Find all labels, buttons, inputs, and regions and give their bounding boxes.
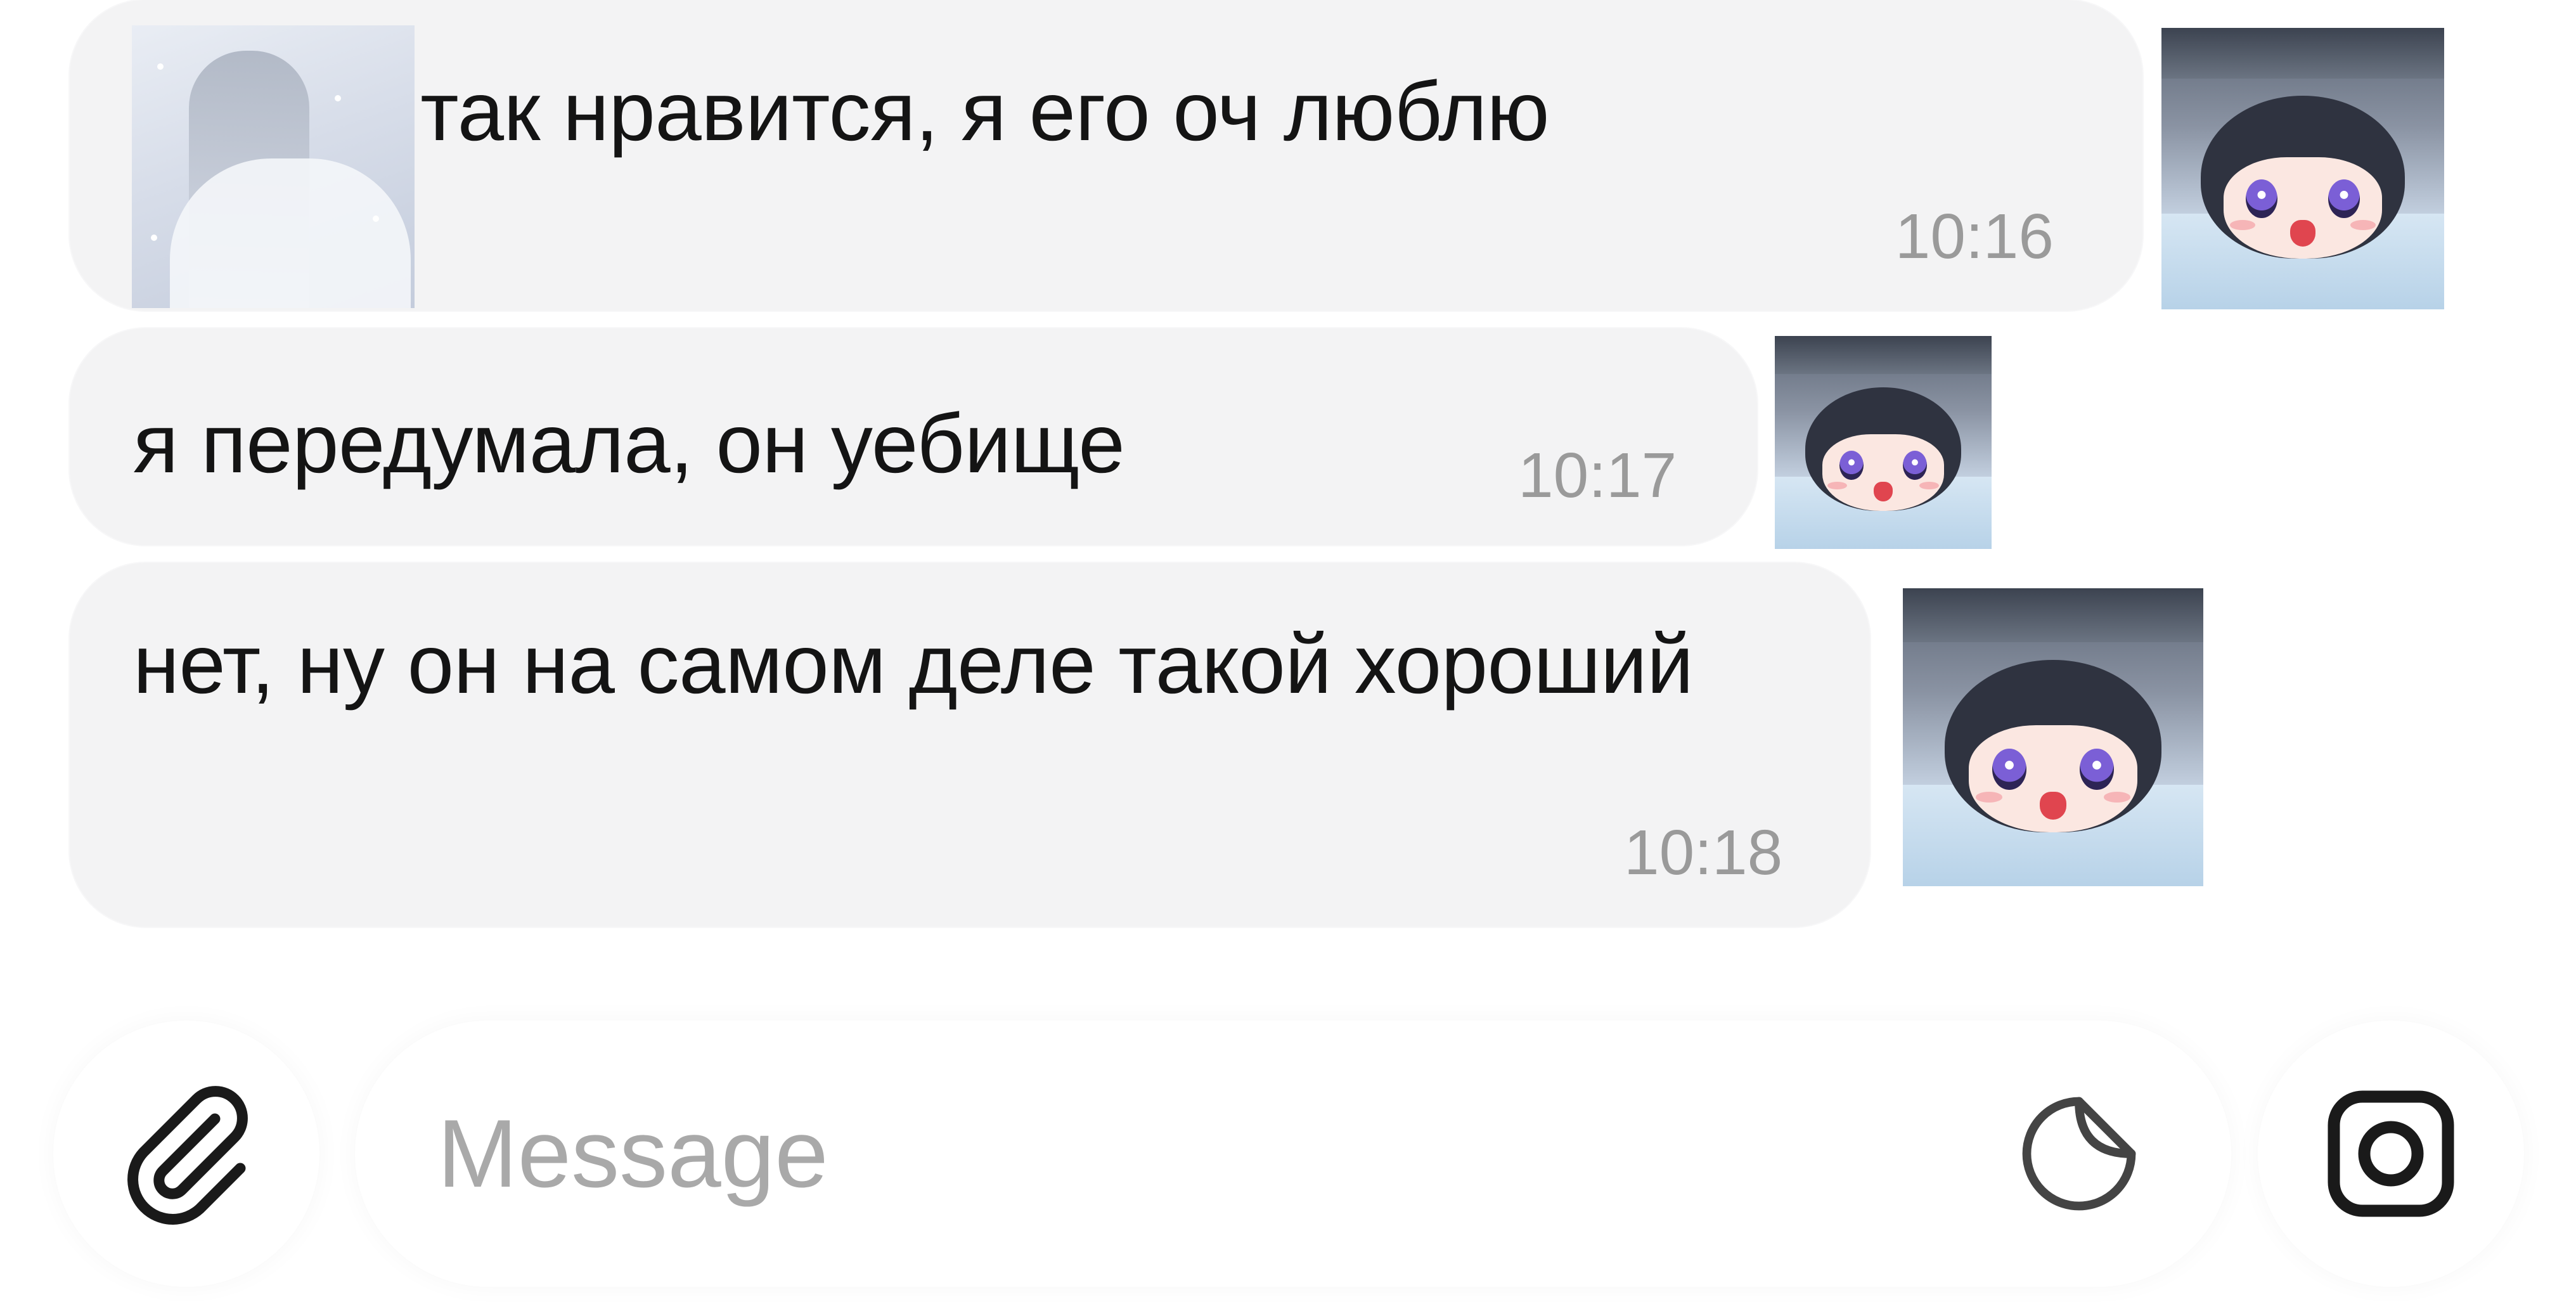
camera-icon xyxy=(2328,1090,2454,1217)
attach-button[interactable] xyxy=(53,1021,319,1287)
message-bubble[interactable]: я передумала, он уебище 10:17 xyxy=(70,328,1757,545)
message-time: 10:18 xyxy=(1624,817,1783,888)
chat-area: он мне так нравится, я его оч люблю 10:1… xyxy=(0,0,2576,964)
girl-illustration-image xyxy=(132,25,415,308)
sticker-button[interactable] xyxy=(2009,1084,2149,1223)
message-bubble[interactable]: нет, ну он на самом деле такой хороший 1… xyxy=(70,563,1870,927)
chibi-boy-sticker[interactable] xyxy=(1903,588,2203,886)
message-time: 10:17 xyxy=(1518,440,1677,511)
message-text: я передумала, он уебище xyxy=(133,397,1125,490)
message-composer xyxy=(0,964,2576,1316)
message-text: нет, ну он на самом деле такой хороший xyxy=(133,617,1694,711)
chibi-boy-sticker[interactable] xyxy=(1775,336,1992,549)
message-time: 10:16 xyxy=(1895,201,2054,272)
camera-button[interactable] xyxy=(2258,1021,2524,1287)
message-input[interactable] xyxy=(437,1078,1895,1230)
chibi-boy-sticker[interactable] xyxy=(2161,28,2444,309)
message-input-container[interactable] xyxy=(355,1021,2231,1287)
paperclip-icon xyxy=(127,1086,248,1225)
sticker-icon xyxy=(2022,1097,2136,1211)
